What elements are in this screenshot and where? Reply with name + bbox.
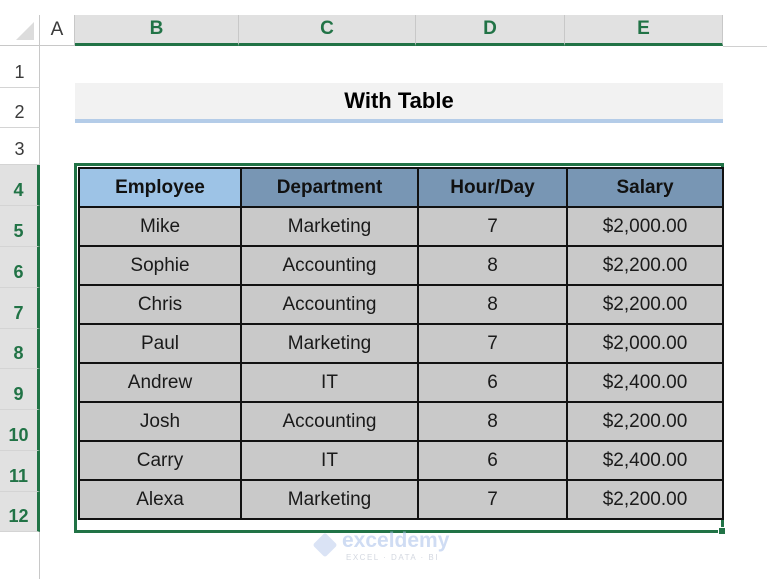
- cell-hours[interactable]: 8: [417, 284, 568, 325]
- cell-salary[interactable]: $2,200.00: [566, 245, 724, 286]
- header-department[interactable]: Department: [240, 167, 419, 208]
- cell-department[interactable]: Marketing: [240, 323, 419, 364]
- cell-department[interactable]: Marketing: [240, 206, 419, 247]
- cell-salary[interactable]: $2,400.00: [566, 440, 724, 481]
- cell-department[interactable]: Accounting: [240, 284, 419, 325]
- row-header-2[interactable]: 2: [0, 88, 40, 128]
- cell-salary[interactable]: $2,000.00: [566, 323, 724, 364]
- watermark-tagline: EXCEL · DATA · BI: [346, 553, 439, 562]
- column-header-b[interactable]: B: [75, 15, 239, 46]
- cell-employee[interactable]: Paul: [78, 323, 242, 364]
- cell-employee[interactable]: Andrew: [78, 362, 242, 403]
- cell-salary[interactable]: $2,200.00: [566, 401, 724, 442]
- header-employee[interactable]: Employee: [78, 167, 242, 208]
- row-header-5[interactable]: 5: [0, 206, 40, 247]
- exceldemy-logo-icon: [312, 532, 338, 558]
- header-divider: [723, 46, 767, 47]
- employee-table: Employee Department Hour/Day Salary Mike…: [78, 167, 724, 520]
- table-row: Mike Marketing 7 $2,000.00: [78, 206, 724, 247]
- row-header-8[interactable]: 8: [0, 329, 40, 369]
- row-header-3[interactable]: 3: [0, 128, 40, 165]
- table-row: Josh Accounting 8 $2,200.00: [78, 401, 724, 442]
- cell-employee[interactable]: Carry: [78, 440, 242, 481]
- cell-salary[interactable]: $2,000.00: [566, 206, 724, 247]
- row-header-1[interactable]: 1: [0, 46, 40, 88]
- table-row: Chris Accounting 8 $2,200.00: [78, 284, 724, 325]
- cell-department[interactable]: Marketing: [240, 479, 419, 520]
- cell-hours[interactable]: 7: [417, 206, 568, 247]
- cell-hours[interactable]: 8: [417, 245, 568, 286]
- select-all-triangle-icon: [16, 22, 34, 40]
- column-header-c[interactable]: C: [239, 15, 416, 46]
- cell-salary[interactable]: $2,200.00: [566, 284, 724, 325]
- cell-department[interactable]: Accounting: [240, 245, 419, 286]
- cell-employee[interactable]: Josh: [78, 401, 242, 442]
- cell-department[interactable]: Accounting: [240, 401, 419, 442]
- table-row: Carry IT 6 $2,400.00: [78, 440, 724, 481]
- row-header-11[interactable]: 11: [0, 451, 40, 492]
- table-header-row: Employee Department Hour/Day Salary: [78, 167, 724, 208]
- cell-department[interactable]: IT: [240, 362, 419, 403]
- row-header-6[interactable]: 6: [0, 247, 40, 288]
- table-row: Sophie Accounting 8 $2,200.00: [78, 245, 724, 286]
- exceldemy-watermark: exceldemy EXCEL · DATA · BI: [312, 529, 462, 565]
- row-header-9[interactable]: 9: [0, 369, 40, 410]
- table-row: Andrew IT 6 $2,400.00: [78, 362, 724, 403]
- cell-salary[interactable]: $2,200.00: [566, 479, 724, 520]
- select-all-button[interactable]: [0, 15, 40, 46]
- cell-employee[interactable]: Sophie: [78, 245, 242, 286]
- watermark-brand: exceldemy: [342, 529, 450, 552]
- sheet-title-cell[interactable]: With Table: [75, 83, 723, 123]
- row-header-12[interactable]: 12: [0, 492, 40, 532]
- cell-employee[interactable]: Chris: [78, 284, 242, 325]
- column-header-a[interactable]: A: [40, 15, 75, 46]
- cell-hours[interactable]: 8: [417, 401, 568, 442]
- table-row: Paul Marketing 7 $2,000.00: [78, 323, 724, 364]
- row-header-4[interactable]: 4: [0, 165, 40, 206]
- row-header-10[interactable]: 10: [0, 410, 40, 451]
- row-header-7[interactable]: 7: [0, 288, 40, 329]
- cell-hours[interactable]: 6: [417, 362, 568, 403]
- cell-hours[interactable]: 7: [417, 323, 568, 364]
- cell-employee[interactable]: Alexa: [78, 479, 242, 520]
- cell-hours[interactable]: 6: [417, 440, 568, 481]
- column-header-d[interactable]: D: [416, 15, 565, 46]
- table-row: Alexa Marketing 7 $2,200.00: [78, 479, 724, 520]
- cell-department[interactable]: IT: [240, 440, 419, 481]
- header-salary[interactable]: Salary: [566, 167, 724, 208]
- row-header-edge: [39, 532, 40, 579]
- cell-hours[interactable]: 7: [417, 479, 568, 520]
- cell-employee[interactable]: Mike: [78, 206, 242, 247]
- cell-salary[interactable]: $2,400.00: [566, 362, 724, 403]
- fill-handle[interactable]: [718, 527, 726, 535]
- column-header-e[interactable]: E: [565, 15, 723, 46]
- header-hour-day[interactable]: Hour/Day: [417, 167, 568, 208]
